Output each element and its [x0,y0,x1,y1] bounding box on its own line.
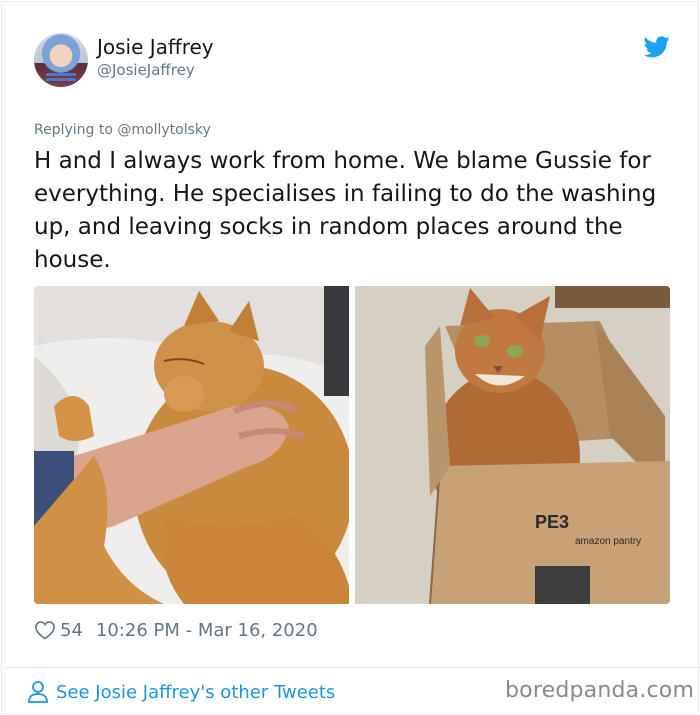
avatar-shirt-detail [46,73,76,76]
box-label-code: PE3 [535,512,569,532]
tweet-card: Josie Jaffrey @JosieJaffrey Replying to … [1,1,700,714]
see-other-tweets-label: See Josie Jaffrey's other Tweets [56,681,336,703]
user-avatar[interactable] [34,33,88,87]
footer-divider [3,667,700,668]
person-icon [28,681,48,703]
twitter-bird-icon[interactable] [644,36,670,58]
tweet-meta: 54 10:26 PM - Mar 16, 2020 [34,617,318,643]
see-other-tweets-link[interactable]: See Josie Jaffrey's other Tweets [27,679,335,705]
tweet-timestamp[interactable]: 10:26 PM - Mar 16, 2020 [96,620,318,641]
boredpanda-watermark: boredpanda.com [505,678,695,703]
tweet-text: H and I always work from home. We blame … [34,148,657,273]
heart-icon[interactable] [34,620,56,640]
author-handle[interactable]: @JosieJaffrey [97,61,195,79]
author-display-name[interactable]: Josie Jaffrey [97,35,214,59]
photo-cat-on-bed[interactable] [34,286,349,604]
box-brand-label: amazon pantry [575,536,641,547]
photo-cat-in-box[interactable]: PE3 amazon pantry [355,286,670,604]
like-count: 54 [60,619,83,641]
replying-to[interactable]: Replying to @mollytolsky [34,122,211,138]
